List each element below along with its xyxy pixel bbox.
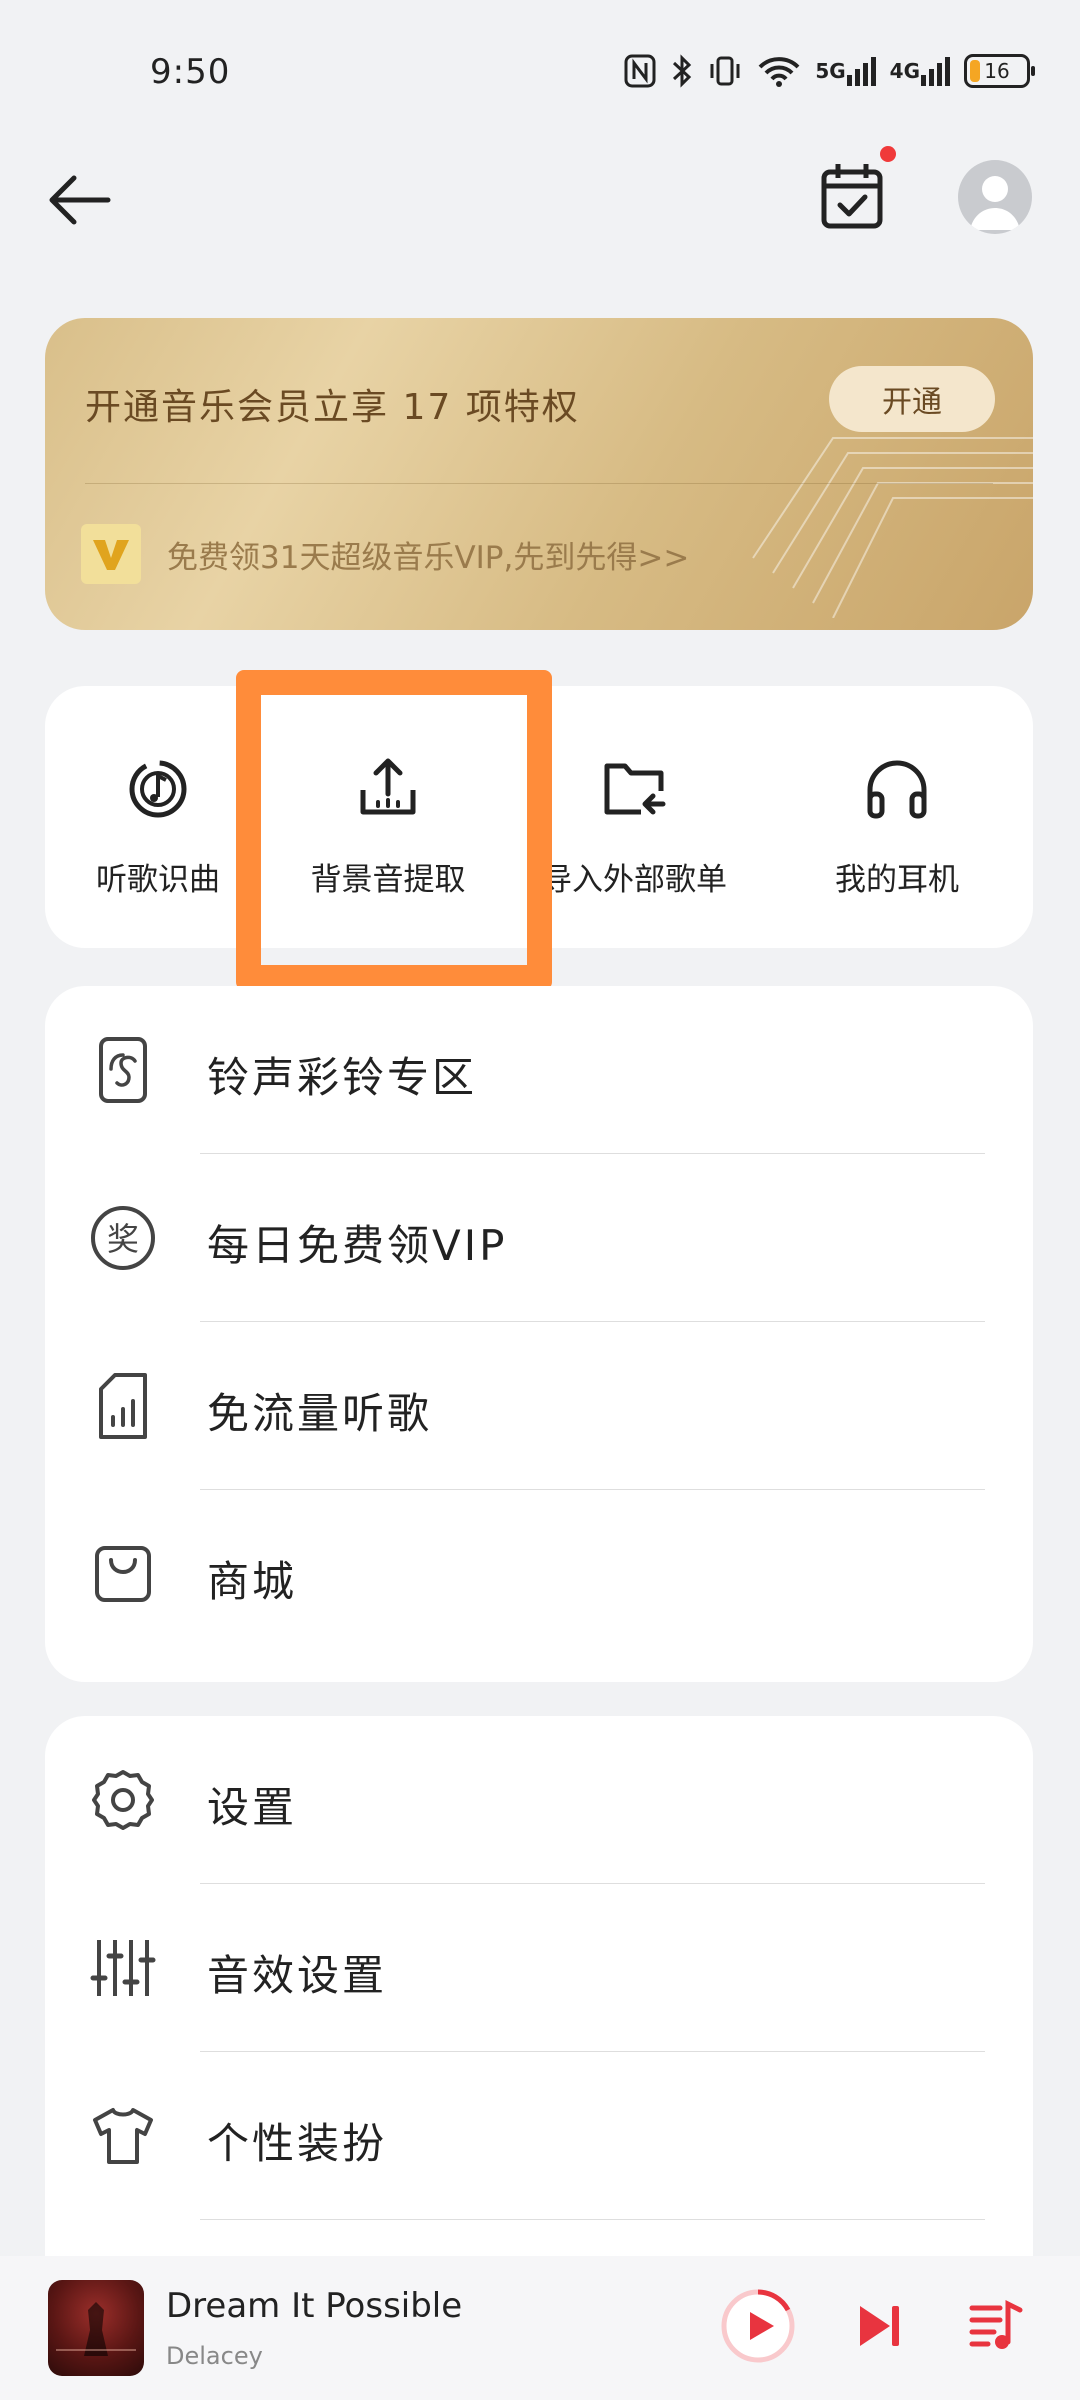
- song-title: Dream It Possible: [166, 2286, 463, 2326]
- signal-4g-icon: 4G: [890, 55, 950, 87]
- ringtone-icon: [83, 1030, 163, 1110]
- back-button[interactable]: [40, 160, 120, 240]
- menu-item-store[interactable]: 商城: [45, 1490, 1033, 1658]
- menu-item-settings[interactable]: 设置: [45, 1716, 1033, 1884]
- menu-item-daily-vip[interactable]: 奖 每日免费领VIP: [45, 1154, 1033, 1322]
- menu-item-free-data[interactable]: 免流量听歌: [45, 1322, 1033, 1490]
- menu-item-label: 音效设置: [207, 1951, 388, 2000]
- bluetooth-icon: [671, 53, 693, 89]
- sim-card-icon: [83, 1366, 163, 1446]
- menu-item-label: 设置: [207, 1783, 298, 1832]
- skip-next-icon: [860, 2306, 899, 2346]
- next-button[interactable]: [848, 2294, 912, 2358]
- menu-card-settings: 设置 音效设置 个性装扮: [45, 1716, 1033, 2316]
- award-icon: 奖: [83, 1198, 163, 1278]
- highlight-box: [236, 670, 552, 990]
- quick-action-import-playlist[interactable]: 导入外部歌单: [519, 746, 749, 899]
- menu-item-label: 免流量听歌: [207, 1389, 433, 1438]
- menu-item-label: 铃声彩铃专区: [207, 1053, 478, 1102]
- menu-item-sound-effects[interactable]: 音效设置: [45, 1884, 1033, 2052]
- tshirt-icon: [83, 2096, 163, 2176]
- svg-text:奖: 奖: [107, 1220, 139, 1258]
- vip-title: 开通音乐会员立享 17 项特权: [85, 387, 580, 428]
- calendar-check-icon: [821, 164, 883, 229]
- equalizer-icon: [83, 1928, 163, 2008]
- vibrate-icon: [707, 53, 743, 89]
- menu-item-personalize[interactable]: 个性装扮: [45, 2052, 1033, 2220]
- divider: [200, 2219, 985, 2220]
- import-folder-icon: [519, 746, 749, 832]
- battery-level: 16: [984, 59, 1010, 83]
- quick-action-label: 我的耳机: [835, 862, 959, 898]
- vip-open-button[interactable]: 开通: [829, 366, 995, 432]
- arrow-left-icon: [49, 175, 111, 225]
- quick-action-label: 导入外部歌单: [541, 862, 727, 898]
- quick-action-headphones[interactable]: 我的耳机: [782, 746, 1012, 899]
- avatar[interactable]: [958, 160, 1032, 234]
- headphones-icon: [782, 746, 1012, 832]
- gear-icon: [83, 1760, 163, 1840]
- checkin-button[interactable]: [812, 156, 892, 236]
- status-icons: 5G 4G 16: [623, 46, 1035, 96]
- play-button[interactable]: [718, 2286, 798, 2366]
- album-art-icon: [56, 2302, 136, 2356]
- song-artist: Delacey: [166, 2342, 263, 2370]
- vip-card[interactable]: 开通音乐会员立享 17 项特权 开通 免费领31天超级音乐VIP,先到先得>>: [45, 318, 1033, 630]
- playlist-icon: [969, 2299, 1023, 2349]
- vip-promo-link[interactable]: 免费领31天超级音乐VIP,先到先得>>: [167, 532, 689, 577]
- mini-player[interactable]: Dream It Possible Delacey: [0, 2256, 1080, 2400]
- wifi-icon: [757, 53, 801, 89]
- menu-item-label: 个性装扮: [207, 2119, 388, 2168]
- status-time: 9:50: [150, 52, 231, 92]
- battery-icon: 16: [964, 54, 1035, 88]
- menu-card-services: 铃声彩铃专区 奖 每日免费领VIP 免流量听歌 商城: [45, 986, 1033, 1682]
- menu-item-label: 商城: [207, 1557, 298, 1606]
- signal-5g-icon: 5G: [815, 55, 876, 87]
- shopping-bag-icon: [83, 1534, 163, 1614]
- vip-divider: [85, 483, 993, 484]
- menu-item-label: 每日免费领VIP: [207, 1221, 508, 1270]
- album-cover[interactable]: [48, 2280, 144, 2376]
- menu-item-ringtone[interactable]: 铃声彩铃专区: [45, 986, 1033, 1154]
- nfc-icon: [623, 53, 657, 89]
- notification-dot: [880, 146, 896, 162]
- play-icon: [721, 2289, 795, 2363]
- playlist-button[interactable]: [964, 2294, 1028, 2358]
- vip-badge-icon: [81, 524, 141, 584]
- user-icon: [970, 176, 1020, 230]
